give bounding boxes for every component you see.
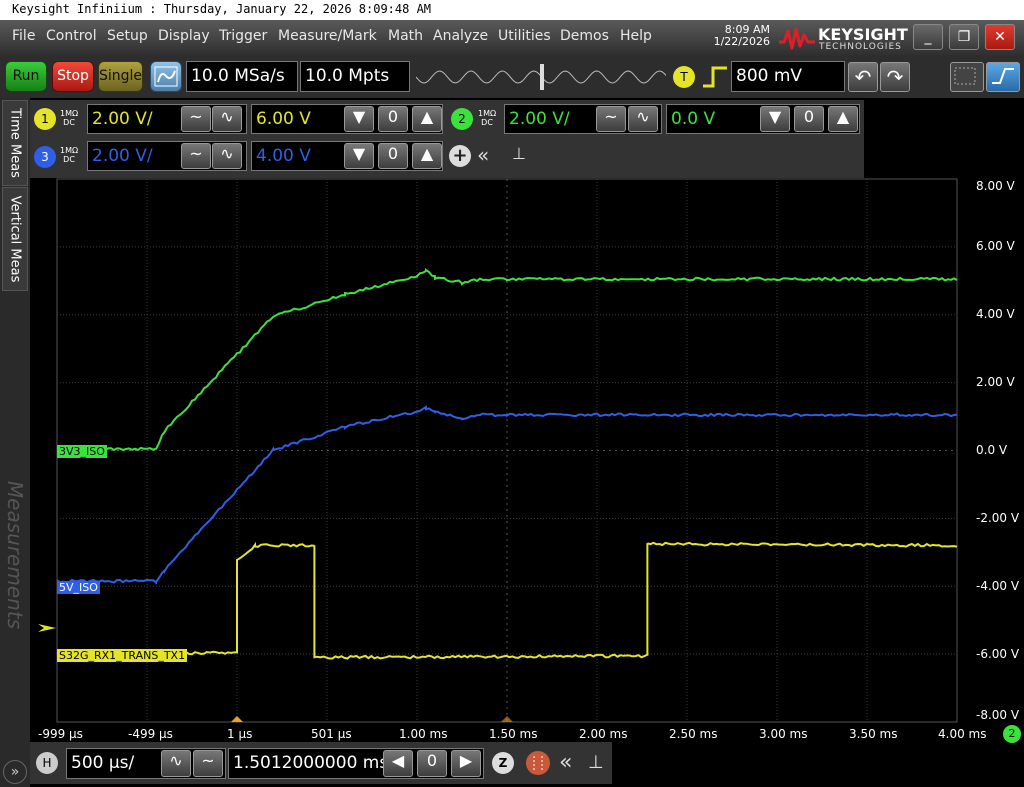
ch2-trace-label[interactable]: 3V3_ISO [57,445,107,458]
trigger-position-marker[interactable] [231,716,243,722]
x-tick: -999 µs [38,727,83,741]
timebase-reference-marker[interactable] [501,716,513,722]
x-tick: 3.00 ms [759,727,807,741]
x-tick: 1 µs [227,727,252,741]
zero-icon: 0 [427,751,437,770]
zoom-button[interactable]: Z [492,752,514,774]
y-tick: -2.00 V [976,511,1019,525]
y-tick: 8.00 V [976,179,1015,193]
ch1-trace-label[interactable]: S32G_RX1_TRANS_TX1 [57,649,187,662]
horizontal-scale-channel-badge[interactable]: 2 [1003,725,1021,743]
gated-zoom-button[interactable] [526,751,550,775]
x-tick: 3.50 ms [849,727,897,741]
y-tick: -8.00 V [976,708,1019,722]
waveform-display[interactable] [0,0,1024,787]
y-tick: 6.00 V [976,239,1015,253]
position-right-button[interactable]: ▶ [451,750,481,777]
wave-compressed-icon: ∿ [169,751,182,770]
y-tick: 0.0 V [976,443,1007,457]
position-left-button[interactable]: ◀ [383,750,413,777]
y-tick: -6.00 V [976,647,1019,661]
collapse-timebase-button[interactable]: « [559,750,572,775]
graticule [57,179,957,722]
x-tick: 2.00 ms [579,727,627,741]
x-tick: 2.50 ms [669,727,717,741]
x-tick: 1.50 ms [489,727,537,741]
position-zero-button[interactable]: 0 [417,750,447,777]
horizontal-badge[interactable]: H [36,752,58,774]
trigger-level-marker[interactable] [38,624,56,632]
chevron-left-icon: ◀ [392,751,404,770]
y-tick: -4.00 V [976,579,1019,593]
wave-expanded-icon: ~ [201,751,214,770]
x-tick: 501 µs [311,727,352,741]
timebase-pin-button[interactable]: ⊥ [588,752,604,773]
x-tick: 1.00 ms [399,727,447,741]
x-tick: 4.00 ms [938,727,986,741]
timebase-scale-up-button[interactable]: ~ [193,750,223,777]
timebase-scale-down-button[interactable]: ∿ [161,750,191,777]
double-chevron-left-icon: « [559,750,572,775]
markers [38,624,513,722]
y-tick: 2.00 V [976,375,1015,389]
chevron-right-icon: ▶ [460,751,472,770]
pin-icon: ⊥ [588,752,604,773]
gated-zoom-icon [526,751,550,775]
trace-5v-iso [57,407,957,583]
ch3-trace-label[interactable]: 5V_ISO [57,581,100,594]
y-tick: 4.00 V [976,307,1015,321]
x-tick: -499 µs [128,727,173,741]
